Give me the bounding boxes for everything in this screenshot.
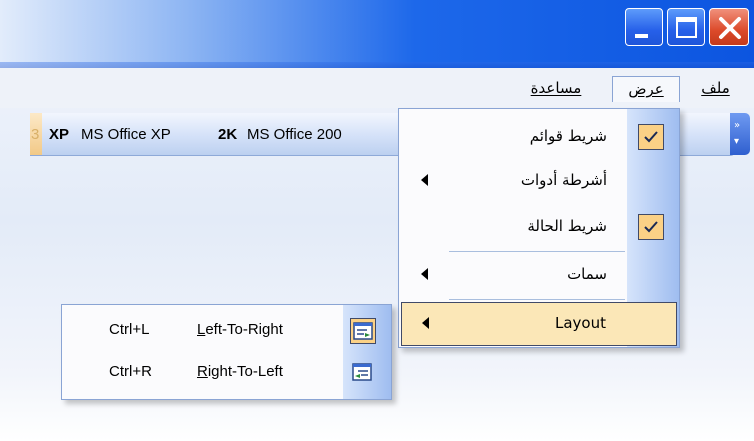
2k-badge[interactable]: 2K xyxy=(218,126,237,143)
maximize-button[interactable] xyxy=(667,8,705,46)
menu-item-label: Right-To-Left xyxy=(197,363,283,380)
maximize-icon xyxy=(676,17,697,38)
submenu-arrow-icon xyxy=(421,268,428,280)
check-icon xyxy=(638,124,664,150)
menu-item-themes[interactable]: سمات xyxy=(401,254,677,298)
menu-separator xyxy=(449,299,625,300)
menu-item-menubar[interactable]: شريط قوائم xyxy=(401,116,677,160)
toolbar-overflow-button[interactable]: » ▾ xyxy=(730,113,750,155)
view-menu: شريط قوائم أشرطة أدوات شريط الحالة سمات … xyxy=(398,108,680,348)
minimize-icon xyxy=(635,34,648,38)
close-icon xyxy=(719,17,741,39)
menu-item-label: أشرطة أدوات xyxy=(520,171,607,189)
menu-item-statusbar[interactable]: شريط الحالة xyxy=(401,206,677,250)
menu-item-right-to-left[interactable]: Ctrl+R Right-To-Left xyxy=(63,353,390,393)
menu-file[interactable]: ملف xyxy=(688,76,743,102)
ms-office-xp-button[interactable]: MS Office XP xyxy=(81,126,171,143)
rtl-layout-icon xyxy=(350,360,376,386)
menu-bar: ملف عرض مساعدة xyxy=(0,68,754,108)
menu-help[interactable]: مساعدة xyxy=(508,76,604,102)
chevron-down-icon: ▾ xyxy=(734,136,740,147)
menu-view[interactable]: عرض xyxy=(612,76,680,102)
menu-item-label: Left-To-Right xyxy=(197,321,283,338)
submenu-arrow-icon xyxy=(422,317,429,329)
ms-office-2000-button[interactable]: MS Office 200 xyxy=(247,126,342,143)
menu-item-toolbars[interactable]: أشرطة أدوات xyxy=(401,160,677,204)
menu-separator xyxy=(449,251,625,252)
submenu-arrow-icon xyxy=(421,174,428,186)
xp-badge[interactable]: XP xyxy=(49,126,69,143)
chevron-right-icon: » xyxy=(734,120,741,131)
shortcut-label: Ctrl+L xyxy=(109,321,150,338)
menu-item-label: شريط الحالة xyxy=(527,217,607,235)
ltr-layout-icon xyxy=(350,318,376,344)
menu-item-layout[interactable]: Layout xyxy=(401,302,677,346)
check-icon xyxy=(638,214,664,240)
shortcut-label: Ctrl+R xyxy=(109,363,152,380)
toolbar-edge-fragment: 3 xyxy=(31,126,40,143)
menu-item-label: Layout xyxy=(555,314,606,332)
menu-item-left-to-right[interactable]: Ctrl+L Left-To-Right xyxy=(63,311,390,351)
layout-submenu: Ctrl+L Left-To-Right Ctrl+R Right-To-Lef… xyxy=(61,304,392,400)
title-bar xyxy=(0,0,754,68)
minimize-button[interactable] xyxy=(625,8,663,46)
menu-item-label: سمات xyxy=(567,265,607,283)
close-button[interactable] xyxy=(709,8,749,46)
menu-item-label: شريط قوائم xyxy=(529,127,607,145)
